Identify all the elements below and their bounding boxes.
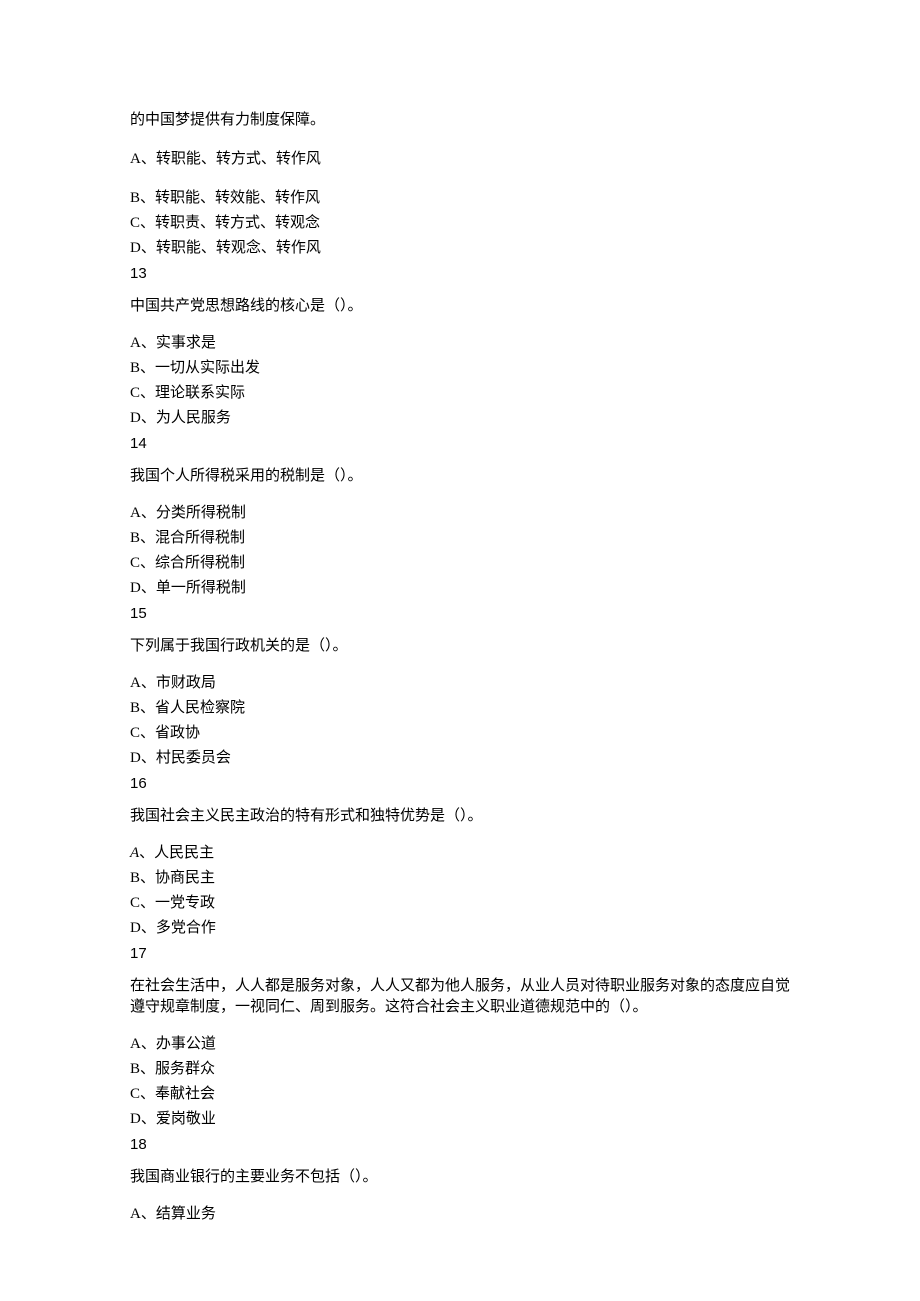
option-d: D、多党合作 [130, 918, 790, 939]
option-d: D、村民委员会 [130, 748, 790, 769]
option-b: B、省人民检察院 [130, 698, 790, 719]
question-stem: 在社会生活中，人人都是服务对象，人人又都为他人服务，从业人员对待职业服务对象的态… [130, 976, 790, 1018]
question-17: 17 在社会生活中，人人都是服务对象，人人又都为他人服务，从业人员对待职业服务对… [130, 943, 790, 1130]
question-number: 15 [130, 603, 790, 624]
question-18: 18 我国商业银行的主要业务不包括（）。 A、结算业务 [130, 1134, 790, 1225]
option-a: A、办事公道 [130, 1034, 790, 1055]
option-c: C、综合所得税制 [130, 553, 790, 574]
question-16: 16 我国社会主义民主政治的特有形式和独特优势是（）。 A、人民民主 B、协商民… [130, 773, 790, 939]
option-c: C、一党专政 [130, 893, 790, 914]
option-a: A、人民民主 [130, 843, 790, 864]
question-14: 14 我国个人所得税采用的税制是（）。 A、分类所得税制 B、混合所得税制 C、… [130, 433, 790, 599]
question-number: 13 [130, 263, 790, 284]
option-d: D、转职能、转观念、转作风 [130, 238, 790, 259]
question-stem: 中国共产党思想路线的核心是（）。 [130, 296, 790, 317]
option-a: A、分类所得税制 [130, 503, 790, 524]
option-d: D、为人民服务 [130, 408, 790, 429]
option-a: A、市财政局 [130, 673, 790, 694]
question-13: 13 中国共产党思想路线的核心是（）。 A、实事求是 B、一切从实际出发 C、理… [130, 263, 790, 429]
option-b: B、转职能、转效能、转作风 [130, 188, 790, 209]
option-a-text: 、人民民主 [139, 845, 214, 861]
option-b: B、一切从实际出发 [130, 358, 790, 379]
option-b: B、服务群众 [130, 1059, 790, 1080]
question-stem: 我国社会主义民主政治的特有形式和独特优势是（）。 [130, 806, 790, 827]
option-d: D、爱岗敬业 [130, 1109, 790, 1130]
question-number: 16 [130, 773, 790, 794]
option-d: D、单一所得税制 [130, 578, 790, 599]
question-stem: 我国商业银行的主要业务不包括（）。 [130, 1167, 790, 1188]
question-stem: 我国个人所得税采用的税制是（）。 [130, 466, 790, 487]
option-c: C、理论联系实际 [130, 383, 790, 404]
option-c: C、奉献社会 [130, 1084, 790, 1105]
option-c: C、转职责、转方式、转观念 [130, 213, 790, 234]
question-continuation: 的中国梦提供有力制度保障。 [130, 110, 790, 131]
option-b: B、混合所得税制 [130, 528, 790, 549]
question-stem: 下列属于我国行政机关的是（）。 [130, 636, 790, 657]
option-a: A、转职能、转方式、转作风 [130, 149, 790, 170]
question-12-options: A、转职能、转方式、转作风 B、转职能、转效能、转作风 C、转职责、转方式、转观… [130, 149, 790, 259]
question-15: 15 下列属于我国行政机关的是（）。 A、市财政局 B、省人民检察院 C、省政协… [130, 603, 790, 769]
option-b: B、协商民主 [130, 868, 790, 889]
option-a-label: A [130, 845, 139, 861]
question-number: 18 [130, 1134, 790, 1155]
option-a: A、实事求是 [130, 333, 790, 354]
option-c: C、省政协 [130, 723, 790, 744]
option-a: A、结算业务 [130, 1204, 790, 1225]
question-number: 14 [130, 433, 790, 454]
question-number: 17 [130, 943, 790, 964]
